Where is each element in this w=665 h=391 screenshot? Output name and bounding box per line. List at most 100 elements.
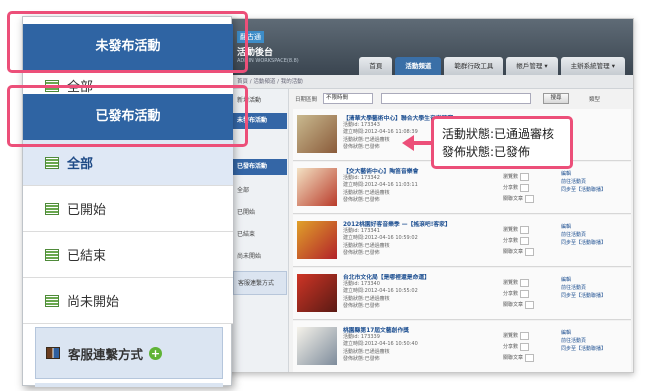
menu-item-not-started[interactable]: 尚未開始 <box>23 278 233 324</box>
plus-icon[interactable]: + <box>149 346 163 360</box>
activity-thumbnail <box>297 327 337 365</box>
activity-thumbnail <box>297 221 337 259</box>
stat-label: 瀏覽數 <box>503 174 519 180</box>
view-page-link[interactable]: 前往活動頁 <box>561 231 606 239</box>
menu-item-label: 尚未開始 <box>67 295 120 310</box>
stat-box <box>525 247 535 256</box>
activity-thumbnail <box>297 274 337 312</box>
sync-link[interactable]: 同步至【活動聯播】 <box>561 239 606 247</box>
view-page-link[interactable]: 前往活動頁 <box>561 337 606 345</box>
tab-admin-tools[interactable]: 範群行政工具 <box>444 57 504 75</box>
stat-label: 關聯文章 <box>503 355 524 361</box>
menu-item-ended[interactable]: 已結束 <box>23 232 233 278</box>
stat-label: 瀏覽數 <box>503 227 519 233</box>
list-icon <box>45 202 59 215</box>
activity-created: 建立時間:2012-04-16 10:55:02 <box>343 288 418 295</box>
activity-actions: 編輯 前往活動頁 同步至【活動聯播】 <box>561 170 606 194</box>
activity-title[interactable]: 台北市文化局【是哪裡還是命運】 <box>343 272 430 281</box>
type-label: 類型 <box>589 97 601 103</box>
view-page-link[interactable]: 前往活動頁 <box>561 178 606 186</box>
tab-activity-channel[interactable]: 活動頻道 <box>395 57 442 75</box>
callout-publish-status: 發佈狀態:已發佈 <box>442 145 531 159</box>
edit-link[interactable]: 編輯 <box>561 276 606 284</box>
sidebar-item-started[interactable]: 已開始 <box>233 205 287 221</box>
stat-box <box>520 172 530 181</box>
sidebar-item-all[interactable]: 全部 <box>233 183 287 199</box>
activity-created: 建立時間:2012-04-16 11:03:11 <box>343 182 418 189</box>
tab-account[interactable]: 帳戶管理 ▾ <box>506 57 558 75</box>
activity-thumbnail <box>297 115 337 153</box>
callout-activity-status: 活動狀態:已通過審核 <box>442 127 555 141</box>
stat-box <box>520 278 530 287</box>
sidebar-item-ended[interactable]: 已結束 <box>233 227 287 243</box>
activity-publish-status: 發佈狀態:已發佈 <box>343 356 380 363</box>
highlight-published <box>7 85 248 147</box>
filter-toolbar: 日期區間 不限時間 搜尋 類型 <box>293 91 631 107</box>
list-item[interactable]: 台北市文化局【是哪裡還是命運】 活動id: 173340 建立時間:2012-0… <box>293 268 631 320</box>
sync-link[interactable]: 同步至【活動聯播】 <box>561 292 606 300</box>
stat-box <box>525 300 535 309</box>
top-nav: 首頁 活動頻道 範群行政工具 帳戶管理 ▾ 主辦系統管理 ▾ <box>359 57 625 75</box>
tab-system[interactable]: 主辦系統管理 ▾ <box>560 57 625 75</box>
activity-stats: 瀏覽數 分享數 關聯文章 <box>503 278 535 311</box>
edit-link[interactable]: 編輯 <box>561 170 606 178</box>
stat-box <box>520 225 530 234</box>
customer-service-contact[interactable]: 客服連繫方式 + <box>35 327 223 379</box>
activity-meta: 活動id: 173340 建立時間:2012-04-16 10:55:02 活動… <box>343 281 418 311</box>
search-button[interactable]: 搜尋 <box>543 93 569 104</box>
highlight-unpublished <box>7 11 248 73</box>
stat-box <box>520 236 530 245</box>
edit-link[interactable]: 編輯 <box>561 223 606 231</box>
status-callout: 活動狀態:已通過審核 發佈狀態:已發佈 <box>431 116 573 169</box>
activity-meta: 活動id: 173341 建立時間:2012-04-16 10:59:02 活動… <box>343 228 418 258</box>
date-range-select[interactable]: 不限時間 <box>323 93 373 104</box>
stat-box <box>520 342 530 351</box>
stat-label: 瀏覽數 <box>503 280 519 286</box>
stat-label: 分享數 <box>503 344 519 350</box>
activity-created: 建立時間:2012-04-16 10:59:02 <box>343 235 418 242</box>
activity-actions: 編輯 前往活動頁 同步至【活動聯播】 <box>561 223 606 247</box>
book-icon <box>46 347 60 359</box>
stat-label: 瀏覽數 <box>503 333 519 339</box>
activity-stats: 瀏覽數 分享數 關聯文章 <box>503 331 535 364</box>
activity-title[interactable]: 【交大藝術中心】陶笛音樂會 <box>343 166 418 175</box>
activity-title[interactable]: 桃園縣第17屆文藝創作獎 <box>343 325 409 334</box>
stat-box <box>520 183 530 192</box>
tab-home[interactable]: 首頁 <box>359 57 393 75</box>
sidebar-item-published[interactable]: 已發布活動 <box>233 159 287 175</box>
activity-stats: 瀏覽數 分享數 關聯文章 <box>503 172 535 205</box>
activity-title[interactable]: 2012桃園好客音樂季 —【搖滾吧!客家】 <box>343 219 451 228</box>
activity-stats: 瀏覽數 分享數 關聯文章 <box>503 225 535 258</box>
stat-label: 分享數 <box>503 185 519 191</box>
callout-arrow-icon <box>402 135 414 151</box>
list-item[interactable]: 【交大藝術中心】陶笛音樂會 活動id: 173342 建立時間:2012-04-… <box>293 162 631 214</box>
sidebar-item-not-started[interactable]: 尚未開始 <box>233 249 287 265</box>
stat-label: 分享數 <box>503 291 519 297</box>
list-item[interactable]: 桃園縣第17屆文藝創作獎 活動id: 173339 建立時間:2012-04-1… <box>293 321 631 372</box>
stat-box <box>525 194 535 203</box>
activity-created: 建立時間:2012-04-16 10:50:40 <box>343 341 418 348</box>
activity-thumbnail <box>297 168 337 206</box>
callout-text: 活動狀態:已通過審核 發佈狀態:已發佈 <box>442 125 554 161</box>
stat-label: 關聯文章 <box>503 302 524 308</box>
search-input[interactable] <box>381 93 531 104</box>
contact-panel-bottom <box>35 383 223 387</box>
activity-meta: 活動id: 173339 建立時間:2012-04-16 10:50:40 活動… <box>343 334 418 364</box>
list-icon <box>45 156 59 169</box>
list-item[interactable]: 2012桃園好客音樂季 —【搖滾吧!客家】 活動id: 173341 建立時間:… <box>293 215 631 267</box>
menu-item-label: 已開始 <box>67 203 107 218</box>
sync-link[interactable]: 同步至【活動聯播】 <box>561 186 606 194</box>
stat-box <box>525 353 535 362</box>
sync-link[interactable]: 同步至【活動聯播】 <box>561 345 606 353</box>
view-page-link[interactable]: 前往活動頁 <box>561 284 606 292</box>
menu-item-started[interactable]: 已開始 <box>23 186 233 232</box>
stat-box <box>520 289 530 298</box>
sidebar-item-contact[interactable]: 客服連繫方式 <box>233 271 287 295</box>
stat-box <box>520 331 530 340</box>
activity-actions: 編輯 前往活動頁 同步至【活動聯播】 <box>561 276 606 300</box>
edit-link[interactable]: 編輯 <box>561 329 606 337</box>
contact-label: 客服連繫方式 <box>68 346 144 362</box>
list-icon <box>45 294 59 307</box>
stat-label: 關聯文章 <box>503 249 524 255</box>
menu-item-label: 全部 <box>67 157 94 172</box>
